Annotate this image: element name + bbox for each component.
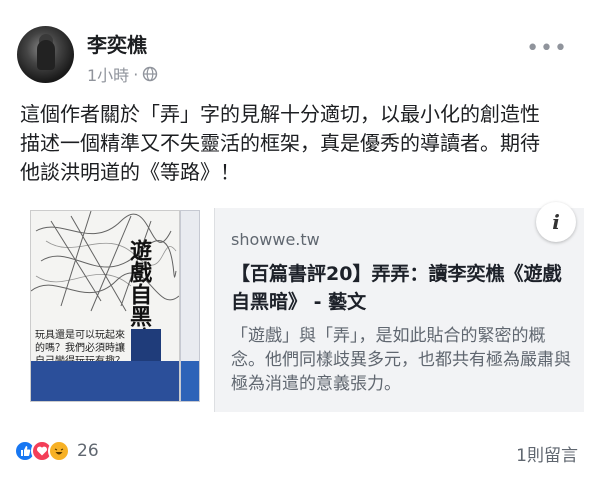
reaction-count[interactable]: 26 bbox=[77, 441, 99, 461]
book-cover-image[interactable]: 遊戲自黑暗 玩具還是可以玩起來的嗎？我們必須時讓自己變得玩玩有趣？ bbox=[30, 210, 200, 410]
globe-icon[interactable] bbox=[142, 66, 158, 82]
post-footer: 26 1則留言 bbox=[14, 440, 586, 468]
post-body: 這個作者關於「弄」字的見解十分適切，以最小化的創造性 描述一個精準又不失靈活的框… bbox=[20, 102, 540, 184]
more-horizontal-icon[interactable]: ••• bbox=[526, 36, 568, 61]
post-meta: 1小時 · bbox=[87, 62, 158, 86]
reactions[interactable]: 26 bbox=[14, 440, 99, 462]
info-icon[interactable]: i bbox=[536, 202, 576, 242]
comments-count[interactable]: 1則留言 bbox=[516, 441, 578, 466]
scribble-art bbox=[31, 211, 179, 312]
haha-icon[interactable] bbox=[48, 440, 70, 462]
link-info[interactable]: showwe.tw i 【百篇書評20】弄弄：讀李奕樵《遊戲自黑暗》 - 藝文 … bbox=[214, 202, 584, 412]
link-description: 「遊戲」與「弄」，是如此貼合的緊密的概念。他們同樣歧異多元，也都共有極為嚴肅與極… bbox=[231, 326, 571, 394]
link-title[interactable]: 【百篇書評20】弄弄：讀李奕樵《遊戲自黑暗》 - 藝文 bbox=[231, 260, 576, 316]
avatar[interactable] bbox=[17, 26, 74, 83]
meta-separator: · bbox=[133, 64, 139, 84]
post-time[interactable]: 1小時 bbox=[87, 62, 129, 86]
author-name[interactable]: 李奕樵 bbox=[87, 29, 147, 58]
link-domain: showwe.tw bbox=[231, 230, 320, 249]
book-spine bbox=[180, 210, 200, 402]
post-header: 李奕樵 1小時 · ••• bbox=[17, 26, 600, 86]
link-preview-card[interactable]: 遊戲自黑暗 玩具還是可以玩起來的嗎？我們必須時讓自己變得玩玩有趣？ showwe… bbox=[18, 196, 584, 422]
